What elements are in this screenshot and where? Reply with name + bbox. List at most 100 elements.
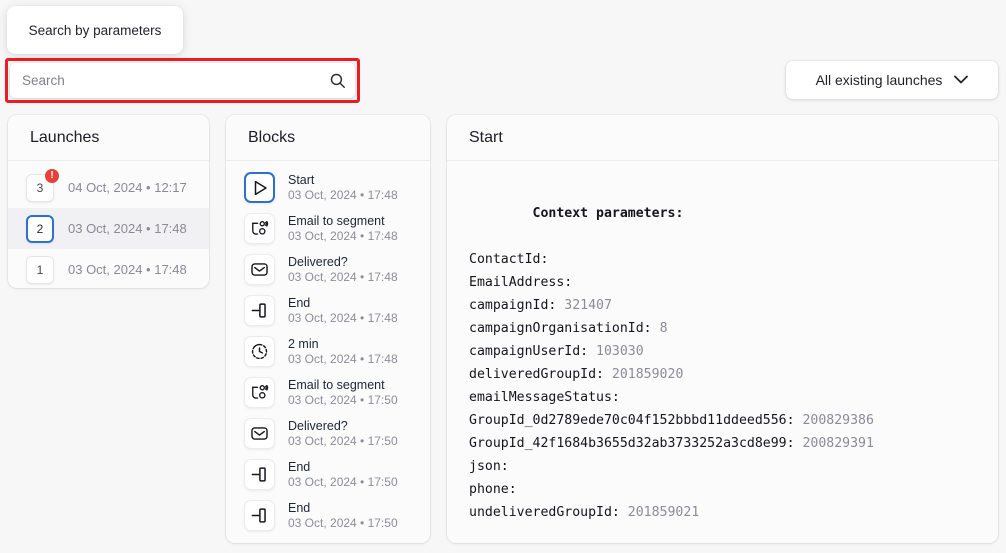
context-parameter-key: campaignOrganisationId:: [469, 321, 652, 336]
block-name: End: [288, 501, 311, 515]
context-parameter-value: 201859020: [603, 367, 684, 382]
launch-number-chip[interactable]: 1: [26, 255, 54, 284]
block-text: Start 03 Oct, 2024 • 17:48: [288, 173, 398, 202]
block-row[interactable]: 2 min 03 Oct, 2024 • 17:48: [226, 331, 430, 372]
launches-panel: Launches 3! 04 Oct, 2024 • 12:17 2 03 Oct, …: [8, 115, 209, 288]
block-row[interactable]: End 03 Oct, 2024 • 17:50: [226, 454, 430, 495]
launch-row[interactable]: 3! 04 Oct, 2024 • 12:17: [8, 167, 209, 208]
block-row[interactable]: End 03 Oct, 2024 • 17:50: [226, 495, 430, 536]
launch-number: 1: [36, 262, 44, 277]
blocks-panel: Blocks Start 03 Oct, 2024 • 17:48 Email to…: [226, 115, 430, 543]
context-parameter-key: campaignId:: [469, 298, 557, 313]
context-parameter-row: campaignUserId: 103030: [469, 340, 998, 363]
block-text: Delivered? 03 Oct, 2024 • 17:48: [288, 255, 398, 284]
block-date: 03 Oct, 2024 • 17:48: [288, 229, 398, 243]
launch-date: 03 Oct, 2024 • 17:48: [68, 262, 187, 277]
segment-icon[interactable]: [244, 213, 275, 244]
context-parameter-key: json:: [469, 459, 509, 474]
context-parameter-value: 200829391: [794, 436, 874, 451]
context-parameter-row: undeliveredGroupId: 201859021: [469, 501, 998, 524]
context-parameter-row: ContactId:: [469, 248, 998, 271]
blocks-panel-title: Blocks: [248, 128, 296, 146]
launch-date: 03 Oct, 2024 • 17:48: [68, 221, 187, 236]
block-row[interactable]: Delivered? 03 Oct, 2024 • 17:50: [226, 413, 430, 454]
context-parameter-key: campaignUserId:: [469, 344, 589, 359]
block-text: End 03 Oct, 2024 • 17:50: [288, 501, 398, 530]
chevron-down-icon: [954, 71, 969, 89]
block-details-header: Start: [447, 115, 998, 161]
context-parameter-key: ContactId:: [469, 252, 549, 267]
context-parameter-row: campaignId: 321407: [469, 294, 998, 317]
context-parameter-row: emailMessageStatus:: [469, 386, 998, 409]
context-parameter-row: deliveredGroupId: 201859020: [469, 363, 998, 386]
block-name: End: [288, 460, 311, 474]
block-text: End 03 Oct, 2024 • 17:48: [288, 296, 398, 325]
context-parameter-row: GroupId_42f1684b3655d32ab3733252a3cd8e99…: [469, 432, 998, 455]
block-text: 2 min 03 Oct, 2024 • 17:48: [288, 337, 398, 366]
launch-number-chip[interactable]: 3!: [26, 168, 59, 202]
context-parameter-value: 103030: [588, 344, 644, 359]
block-row[interactable]: Email to segment 03 Oct, 2024 • 17:50: [226, 372, 430, 413]
block-date: 03 Oct, 2024 • 17:48: [288, 352, 398, 366]
play-icon[interactable]: [244, 172, 275, 203]
launch-row[interactable]: 1 03 Oct, 2024 • 17:48: [8, 249, 209, 288]
launches-panel-header: Launches: [8, 115, 209, 161]
context-parameter-list: ContactId: EmailAddress: campaignId: 32140…: [469, 248, 998, 524]
block-name: Delivered?: [288, 255, 348, 269]
timer-icon[interactable]: [244, 336, 275, 367]
search-tooltip: Search by parameters: [7, 6, 183, 54]
block-details-panel: Start Context parameters: ContactId: Emai…: [447, 115, 998, 543]
block-name: End: [288, 296, 311, 310]
exit-icon[interactable]: [244, 500, 275, 531]
block-row[interactable]: Email to segment 03 Oct, 2024 • 17:48: [226, 208, 430, 249]
context-parameter-key: phone:: [469, 482, 517, 497]
search-input[interactable]: [10, 73, 325, 88]
block-row[interactable]: Start 03 Oct, 2024 • 17:48: [226, 167, 430, 208]
context-parameter-row: json:: [469, 455, 998, 478]
block-date: 03 Oct, 2024 • 17:50: [288, 393, 398, 407]
launch-number: 2: [36, 221, 44, 236]
block-date: 03 Oct, 2024 • 17:50: [288, 434, 398, 448]
search-tooltip-label: Search by parameters: [28, 22, 162, 38]
block-text: Email to segment 03 Oct, 2024 • 17:50: [288, 378, 398, 407]
context-parameter-key: deliveredGroupId:: [469, 367, 604, 382]
search-field[interactable]: [10, 63, 355, 98]
context-parameter-value: 200829386: [794, 413, 874, 428]
blocks-list: Start 03 Oct, 2024 • 17:48 Email to segmen…: [226, 161, 430, 543]
context-parameters: Context parameters: ContactId: EmailAddre…: [447, 161, 998, 524]
context-parameter-key: GroupId_0d2789ede70c04f152bbbd11ddeed556…: [469, 413, 795, 428]
block-name: Email to segment: [288, 214, 385, 228]
launch-row[interactable]: 2 03 Oct, 2024 • 17:48: [8, 208, 209, 249]
envelope-icon[interactable]: [244, 254, 275, 285]
launch-number-chip[interactable]: 2: [26, 214, 54, 243]
context-parameter-row: GroupId_0d2789ede70c04f152bbbd11ddeed556…: [469, 409, 998, 432]
block-row[interactable]: Delivered? 03 Oct, 2024 • 17:48: [226, 249, 430, 290]
block-date: 03 Oct, 2024 • 17:48: [288, 188, 398, 202]
search-icon[interactable]: [325, 72, 355, 89]
block-name: Delivered?: [288, 419, 348, 433]
context-parameters-heading: Context parameters:: [532, 206, 684, 221]
block-text: Email to segment 03 Oct, 2024 • 17:48: [288, 214, 398, 243]
error-badge-icon: !: [45, 168, 59, 183]
context-parameter-value: 8: [651, 321, 668, 336]
exit-icon[interactable]: [244, 459, 275, 490]
block-name: Start: [288, 173, 315, 187]
block-row[interactable]: End 03 Oct, 2024 • 17:48: [226, 290, 430, 331]
segment-icon[interactable]: [244, 377, 275, 408]
context-parameter-row: campaignOrganisationId: 8: [469, 317, 998, 340]
block-date: 03 Oct, 2024 • 17:48: [288, 270, 398, 284]
context-parameter-key: EmailAddress:: [469, 275, 573, 290]
context-parameter-value: 321407: [556, 298, 612, 313]
block-name: Email to segment: [288, 378, 385, 392]
page-root: history Search by parameters All existin…: [0, 0, 1006, 553]
launch-filter-dropdown[interactable]: All existing launches: [786, 61, 998, 99]
envelope-icon[interactable]: [244, 418, 275, 449]
context-parameter-key: undeliveredGroupId:: [469, 505, 620, 520]
context-parameter-row: EmailAddress:: [469, 271, 998, 294]
exit-icon[interactable]: [244, 295, 275, 326]
block-date: 03 Oct, 2024 • 17:50: [288, 516, 398, 530]
context-parameter-key: GroupId_42f1684b3655d32ab3733252a3cd8e99…: [469, 436, 795, 451]
block-name: 2 min: [288, 337, 319, 351]
block-text: Delivered? 03 Oct, 2024 • 17:50: [288, 419, 398, 448]
blocks-panel-header: Blocks: [226, 115, 430, 161]
